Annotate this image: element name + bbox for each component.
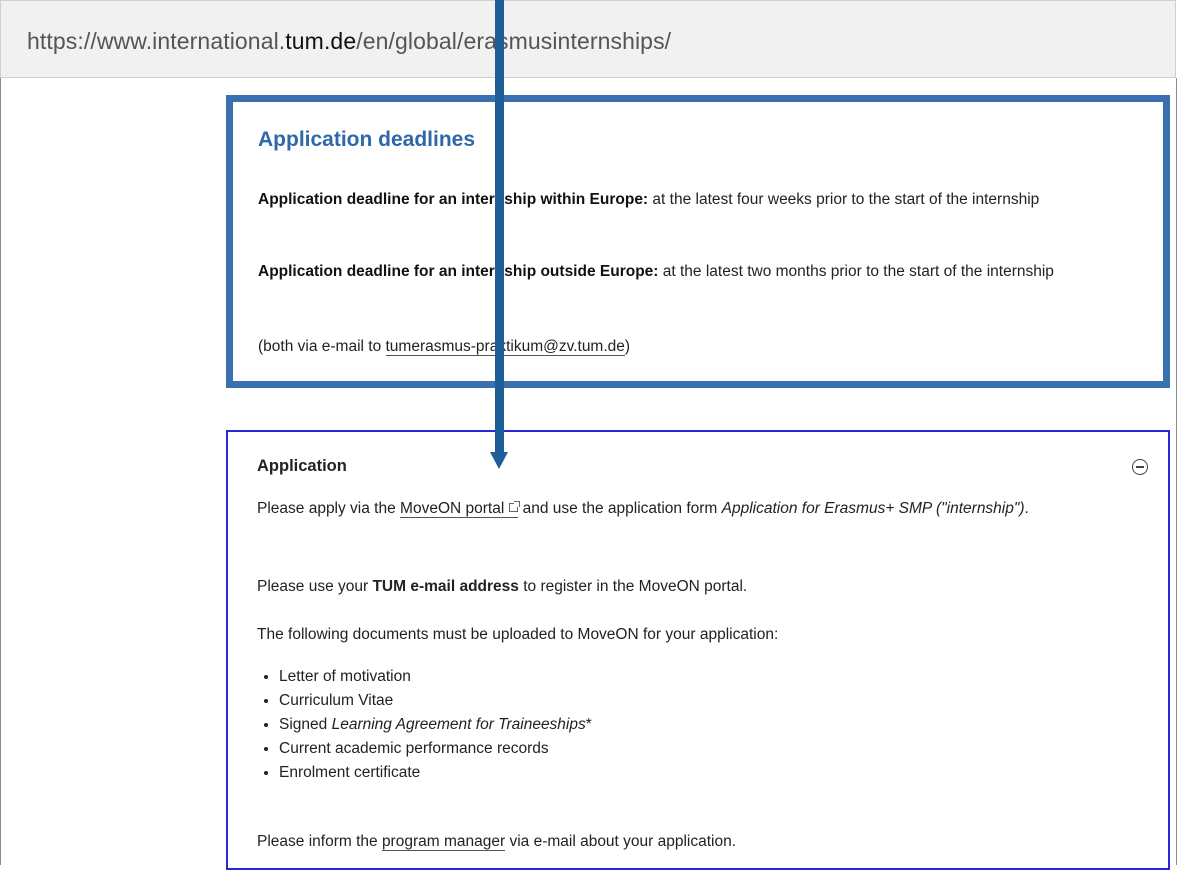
deadline-outside-europe: Application deadline for an internship o… (258, 259, 1143, 284)
email-instructions: Please use your TUM e-mail address to re… (257, 574, 1128, 599)
email-after: to register in the MoveON portal. (518, 578, 748, 595)
apply-form-name: Application for Erasmus+ SMP ("internshi… (721, 500, 1025, 517)
application-deadlines-section: Application deadlines Application deadli… (226, 95, 1170, 388)
doc-asterisk: * (585, 716, 592, 733)
address-bar[interactable]: https://www.international.tum.de/en/glob… (0, 0, 1176, 78)
application-accordion: Application Please apply via the MoveON … (226, 430, 1170, 870)
inform-manager: Please inform the program manager via e-… (257, 829, 1128, 854)
collapse-minus-icon[interactable] (1132, 459, 1148, 475)
email-bold: TUM e-mail address (372, 578, 519, 595)
annotation-arrow-shaft (495, 0, 504, 452)
email-note-after: ) (624, 338, 631, 355)
list-item: Current academic performance records (279, 737, 592, 761)
list-item: Enrolment certificate (279, 761, 592, 785)
external-link-icon (509, 501, 521, 512)
url-path: /en/global/erasmusinternships/ (356, 28, 672, 54)
deadline-within-europe-label: Application deadline for an internship w… (258, 191, 649, 208)
application-heading[interactable]: Application (257, 457, 347, 476)
inform-before: Please inform the (257, 833, 382, 850)
annotation-arrow-head-icon (490, 452, 508, 469)
apply-middle: and use the application form (518, 500, 722, 517)
program-manager-link[interactable]: program manager (381, 833, 506, 851)
email-before: Please use your (257, 578, 373, 595)
deadline-outside-europe-label: Application deadline for an internship o… (258, 263, 659, 280)
list-item: Signed Learning Agreement for Traineeshi… (279, 713, 592, 737)
apply-end: . (1024, 500, 1029, 517)
list-item: Curriculum Vitae (279, 689, 592, 713)
doc-learning-agreement: Learning Agreement for Traineeships (331, 716, 586, 733)
documents-list: Letter of motivation Curriculum Vitae Si… (257, 665, 592, 785)
url-text[interactable]: https://www.international.tum.de/en/glob… (27, 28, 671, 55)
deadline-within-europe-text: at the latest four weeks prior to the st… (648, 191, 1040, 208)
deadline-within-europe: Application deadline for an internship w… (258, 187, 1143, 212)
url-prefix: https://www.international. (27, 28, 286, 54)
moveon-portal-link-label: MoveON portal (400, 500, 505, 517)
deadline-outside-europe-text: at the latest two months prior to the st… (658, 263, 1054, 280)
inform-after: via e-mail about your application. (505, 833, 737, 850)
doc-signed: Signed (279, 716, 332, 733)
apply-before: Please apply via the (257, 500, 401, 517)
deadlines-heading: Application deadlines (258, 128, 476, 151)
deadline-email-note: (both via e-mail to tumerasmus-praktikum… (258, 334, 1143, 359)
apply-instructions: Please apply via the MoveON portal and u… (257, 496, 1128, 521)
moveon-portal-link[interactable]: MoveON portal (400, 500, 521, 518)
documents-intro: The following documents must be uploaded… (257, 626, 779, 643)
url-domain: tum.de (285, 28, 357, 54)
erasmus-email-link[interactable]: tumerasmus-praktikum@zv.tum.de (385, 338, 625, 356)
list-item: Letter of motivation (279, 665, 592, 689)
email-note-before: (both via e-mail to (258, 338, 386, 355)
